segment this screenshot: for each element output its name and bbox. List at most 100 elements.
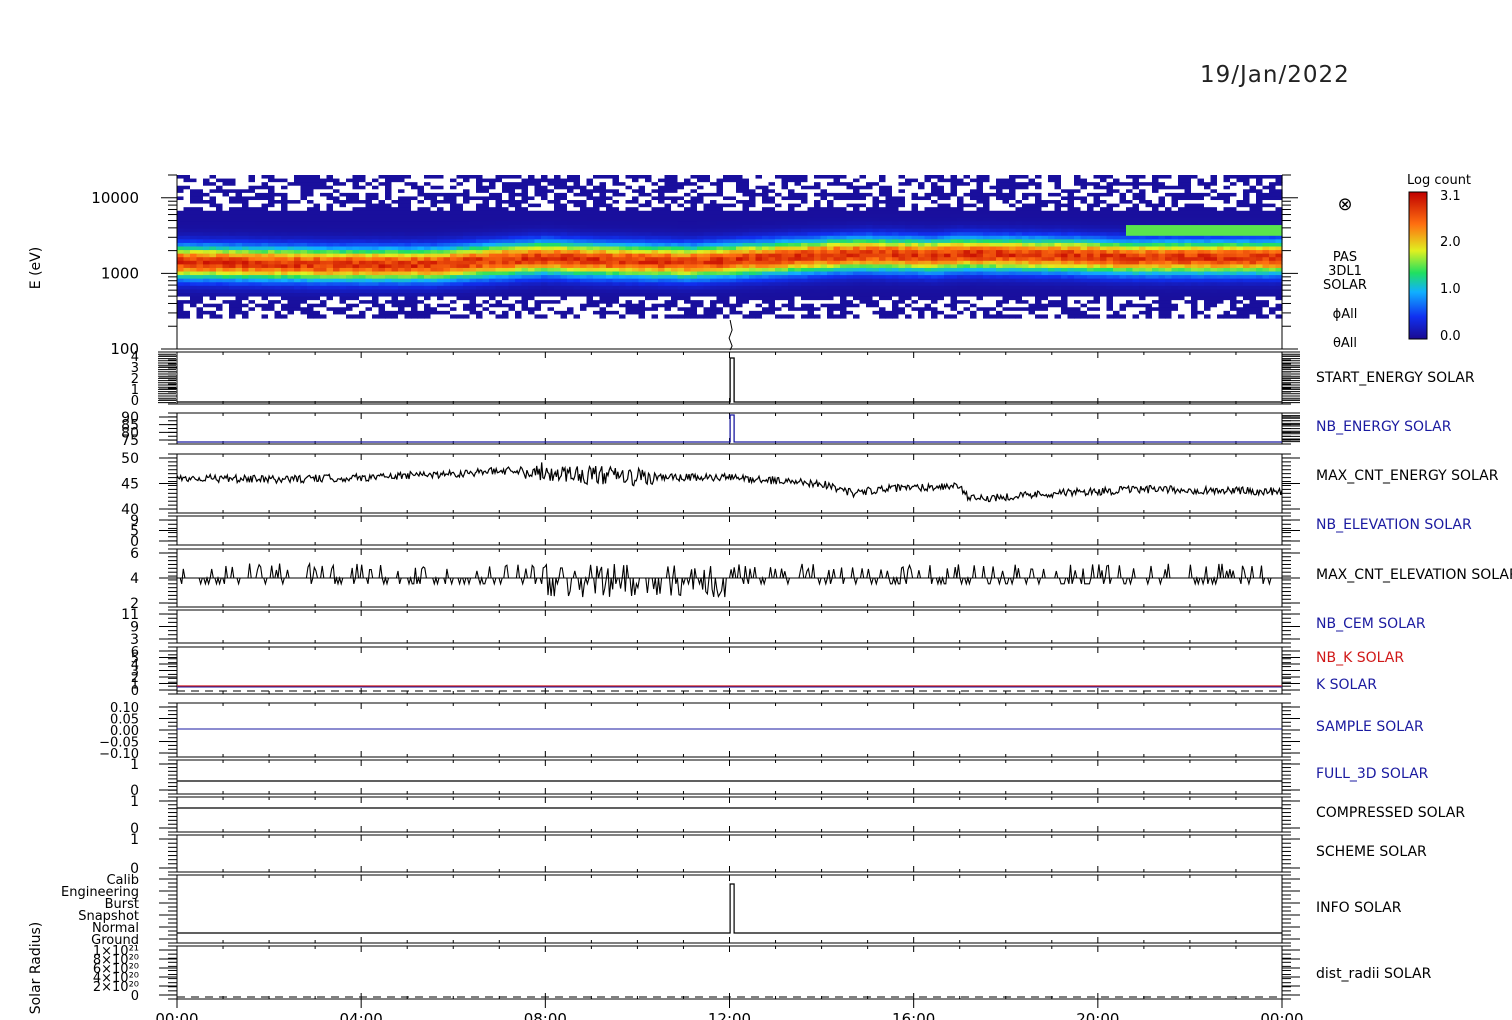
spectrogram-cell: [794, 217, 802, 223]
spectrogram-cell: [937, 314, 945, 319]
spectrogram-cell: [326, 282, 334, 287]
spectrogram-cell: [430, 303, 438, 308]
spectrogram-cell: [801, 185, 809, 190]
spectrogram-cell: [801, 271, 809, 276]
spectrogram-cell: [443, 260, 451, 265]
spectrogram-cell: [339, 214, 347, 219]
spectrogram-cell: [716, 271, 724, 276]
spectrogram-cell: [372, 314, 380, 319]
spectrogram-cell: [638, 200, 646, 205]
spectrogram-cell: [586, 182, 594, 187]
spectrogram-cell: [606, 246, 614, 251]
spectrogram-cell: [209, 235, 217, 240]
spectrogram-cell: [541, 285, 549, 290]
spectrogram-cell: [365, 300, 373, 305]
spectrogram-cell: [859, 239, 867, 244]
spectrogram-cell: [736, 282, 744, 287]
spectrogram-cell: [300, 182, 308, 187]
spectrogram-cell: [664, 289, 672, 294]
spectrogram-cell: [190, 185, 198, 190]
spectrogram-cell: [937, 214, 945, 219]
spectrogram-cell: [651, 196, 659, 201]
spectrogram-cell: [346, 267, 354, 273]
spectrogram-cell: [762, 239, 770, 244]
spectrogram-cell: [944, 196, 952, 201]
spectrogram-cell: [229, 192, 237, 198]
spectrogram-cell: [612, 207, 620, 212]
spectrogram-cell: [268, 282, 276, 287]
spectrogram-cell: [892, 192, 900, 198]
spectrogram-cell: [268, 242, 276, 248]
spectrogram-cell: [983, 253, 991, 258]
spectrogram-cell: [554, 228, 562, 233]
spectrogram-cell: [970, 300, 978, 305]
spectrogram-cell: [872, 253, 880, 258]
spectrogram-cell: [463, 235, 471, 240]
spectrogram-cell: [976, 217, 984, 223]
spectrogram-cell: [216, 242, 224, 248]
spectrogram-cell: [840, 285, 848, 290]
spectrogram-cell: [320, 203, 328, 208]
spectrogram-cell: [703, 232, 711, 237]
spectrogram-cell: [677, 307, 685, 312]
spectrogram-cell: [385, 307, 393, 312]
spectrogram-cell: [560, 257, 568, 262]
spectrogram-cell: [859, 292, 867, 298]
spectrogram-cell: [677, 267, 685, 273]
spectrogram-cell: [632, 214, 640, 219]
spectrogram-cell: [255, 217, 263, 223]
spectrogram-cell: [632, 253, 640, 258]
spectrogram-cell: [476, 221, 484, 226]
spectrogram-cell: [606, 200, 614, 205]
spectrogram-cell: [235, 242, 243, 248]
spectrogram-cell: [840, 228, 848, 233]
spectrogram-cell: [229, 296, 237, 301]
spectrogram-cell: [560, 314, 568, 319]
spectrogram-cell: [411, 267, 419, 273]
spectrogram-cell: [846, 271, 854, 276]
spectrogram-cell: [411, 235, 419, 240]
spectrogram-cell: [580, 260, 588, 265]
spectrogram-cell: [508, 267, 516, 273]
spectrogram-cell: [255, 278, 263, 283]
spectrogram-cell: [716, 178, 724, 183]
spectrogram-cell: [359, 192, 367, 198]
spectrogram-cell: [274, 285, 282, 290]
spectrogram-cell: [918, 260, 926, 265]
spectrogram-cell: [359, 296, 367, 301]
spectrogram-cell: [287, 271, 295, 276]
spectrogram-cell: [255, 214, 263, 219]
spectrogram-cell: [983, 207, 991, 212]
spectrogram-cell: [235, 182, 243, 187]
spectrogram-cell: [560, 232, 568, 237]
spectrogram-cell: [664, 225, 672, 230]
spectrogram-cell: [209, 210, 217, 215]
spectrogram-cell: [820, 267, 828, 273]
spectrogram-cell: [294, 264, 302, 269]
spectrogram-cell: [684, 210, 692, 215]
spectrogram-cell: [814, 200, 822, 205]
spectrogram-cell: [762, 175, 770, 180]
spectrogram-cell: [625, 275, 633, 280]
spectrogram-cell: [404, 267, 412, 273]
spectrogram-cell: [593, 246, 601, 251]
spectrogram-cell: [437, 271, 445, 276]
spectrogram-cell: [781, 292, 789, 298]
spectrogram-cell: [625, 217, 633, 223]
spectrogram-cell: [255, 257, 263, 262]
spectrogram-cell: [677, 271, 685, 276]
spectrogram-cell: [235, 310, 243, 316]
spectrogram-cell: [365, 175, 373, 180]
spectrogram-cell: [333, 260, 341, 265]
spectrogram-cell: [963, 210, 971, 215]
spectrogram-cell: [957, 217, 965, 223]
spectrogram-cell: [833, 307, 841, 312]
spectrogram-cell: [229, 189, 237, 194]
spectrogram-cell: [710, 203, 718, 208]
spectrogram-cell: [853, 185, 861, 190]
spectrogram-cell: [866, 228, 874, 233]
spectrogram-cell: [287, 246, 295, 251]
spectrogram-cell: [853, 239, 861, 244]
spectrogram-cell: [911, 182, 919, 187]
spectrogram-cell: [300, 260, 308, 265]
